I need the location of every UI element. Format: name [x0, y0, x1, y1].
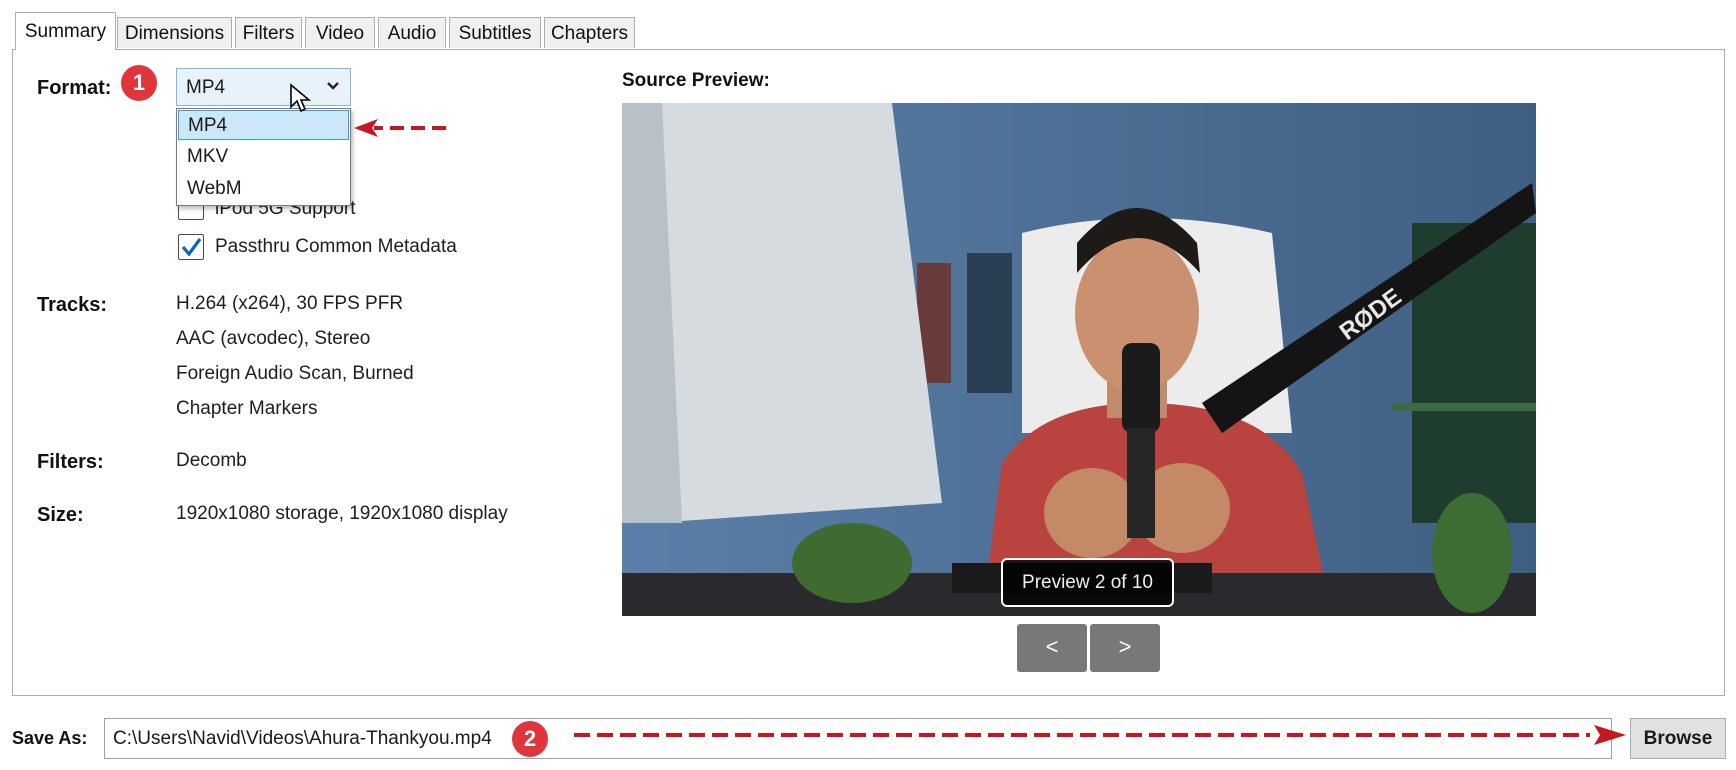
format-select[interactable]: MP4 [176, 68, 351, 106]
annotation-arrow-right [574, 725, 1626, 745]
filters-value: Decomb [176, 450, 247, 471]
browse-button[interactable]: Browse [1630, 718, 1726, 759]
cursor-icon [290, 83, 312, 113]
chevron-down-icon [326, 74, 340, 103]
preview-scene: RØDE [622, 103, 1536, 616]
tab-audio[interactable]: Audio [378, 17, 446, 48]
tab-video[interactable]: Video [305, 17, 375, 48]
checkmark-icon [181, 238, 202, 257]
track-item: Chapter Markers [176, 398, 318, 419]
annotation-arrow-left [354, 119, 446, 137]
preview-image: RØDE [622, 103, 1536, 616]
annotation-badge-2: 2 [512, 721, 548, 757]
size-value: 1920x1080 storage, 1920x1080 display [176, 503, 508, 524]
preview-counter: Preview 2 of 10 [1001, 558, 1174, 607]
size-label: Size: [37, 504, 84, 526]
format-dropdown: MP4 MKV WebM [176, 108, 351, 206]
format-option-mkv[interactable]: MKV [178, 142, 349, 172]
annotation-badge-1: 1 [121, 65, 157, 101]
format-label: Format: [37, 77, 112, 99]
format-option-mp4[interactable]: MP4 [178, 110, 349, 140]
save-path-value: C:\Users\Navid\Videos\Ahura-Thankyou.mp4 [113, 728, 492, 749]
save-as-label: Save As: [12, 728, 88, 748]
tab-subtitles[interactable]: Subtitles [449, 17, 541, 48]
format-select-value: MP4 [186, 77, 226, 98]
track-item: Foreign Audio Scan, Burned [176, 363, 414, 384]
source-preview-heading: Source Preview: [622, 70, 770, 91]
preview-prev-button[interactable]: < [1017, 624, 1087, 672]
filters-label: Filters: [37, 451, 104, 473]
tab-summary[interactable]: Summary [15, 12, 116, 50]
tab-dimensions[interactable]: Dimensions [117, 17, 232, 48]
track-item: AAC (avcodec), Stereo [176, 328, 371, 349]
preview-next-button[interactable]: > [1090, 624, 1160, 672]
passthru-metadata-label: Passthru Common Metadata [215, 236, 457, 257]
tab-filters[interactable]: Filters [235, 17, 302, 48]
tab-chapters[interactable]: Chapters [544, 17, 635, 48]
tracks-label: Tracks: [37, 294, 108, 316]
format-option-webm[interactable]: WebM [178, 174, 349, 204]
passthru-metadata-checkbox[interactable] [178, 234, 204, 260]
track-item: H.264 (x264), 30 FPS PFR [176, 293, 404, 314]
